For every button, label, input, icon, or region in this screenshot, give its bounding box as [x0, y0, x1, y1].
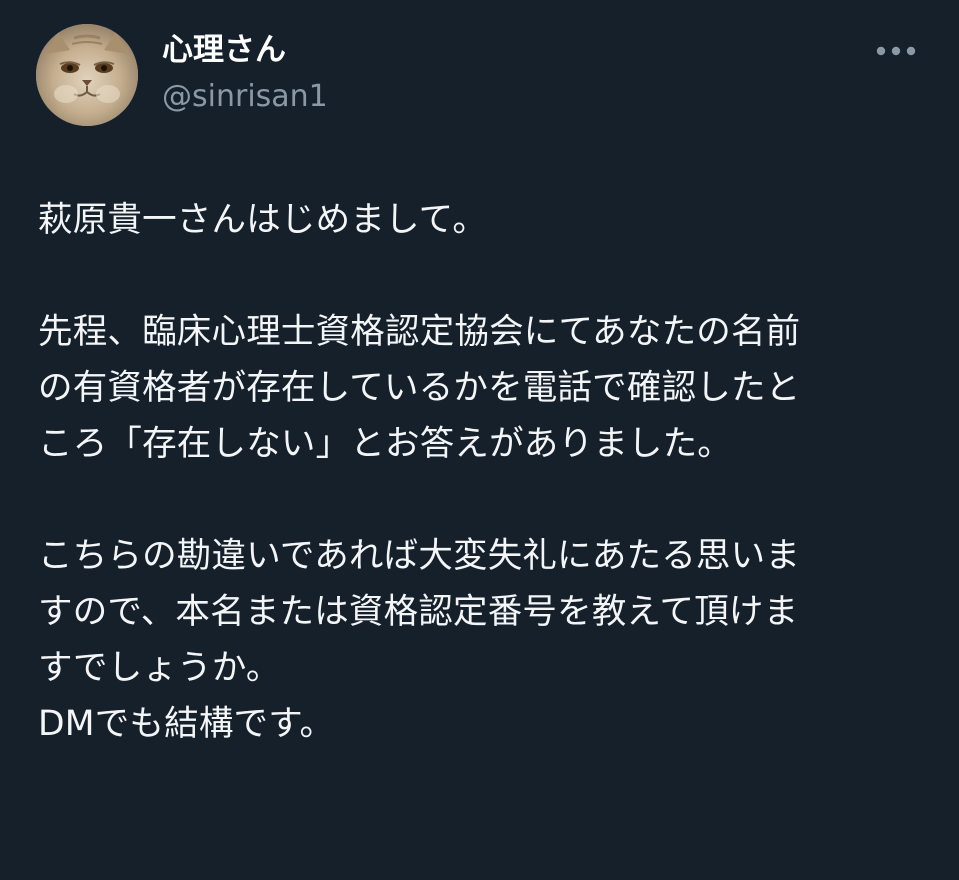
cat-avatar-icon: [36, 24, 138, 126]
tweet-line: すので、本名または資格認定番号を教えて頂けま: [38, 592, 799, 632]
tweet-line: すでしょうか。: [38, 648, 281, 688]
tweet-text: 萩原貴一さんはじめまして。 先程、臨床心理士資格認定協会にてあなたの名前 の有資…: [38, 192, 928, 752]
user-handle[interactable]: @sinrisan1: [162, 78, 328, 116]
ellipsis-icon: [876, 46, 916, 56]
display-name[interactable]: 心理さん: [162, 30, 286, 70]
tweet-line: DMでも結構です。: [38, 704, 335, 744]
tweet-line: の有資格者が存在しているかを電話で確認したと: [38, 368, 801, 408]
tweet: 心理さん @sinrisan1 萩原貴一さんはじめまして。 先程、臨床心理士資格…: [0, 0, 959, 880]
tweet-line: 萩原貴一さんはじめまして。: [38, 200, 488, 240]
tweet-line: ころ「存在しない」とお答えがありました。: [38, 424, 732, 464]
tweet-line: 先程、臨床心理士資格認定協会にてあなたの名前: [38, 312, 801, 352]
avatar[interactable]: [36, 24, 138, 126]
tweet-line: こちらの勘違いであれば大変失礼にあたる思いま: [38, 536, 801, 576]
more-options-button[interactable]: [870, 34, 922, 68]
